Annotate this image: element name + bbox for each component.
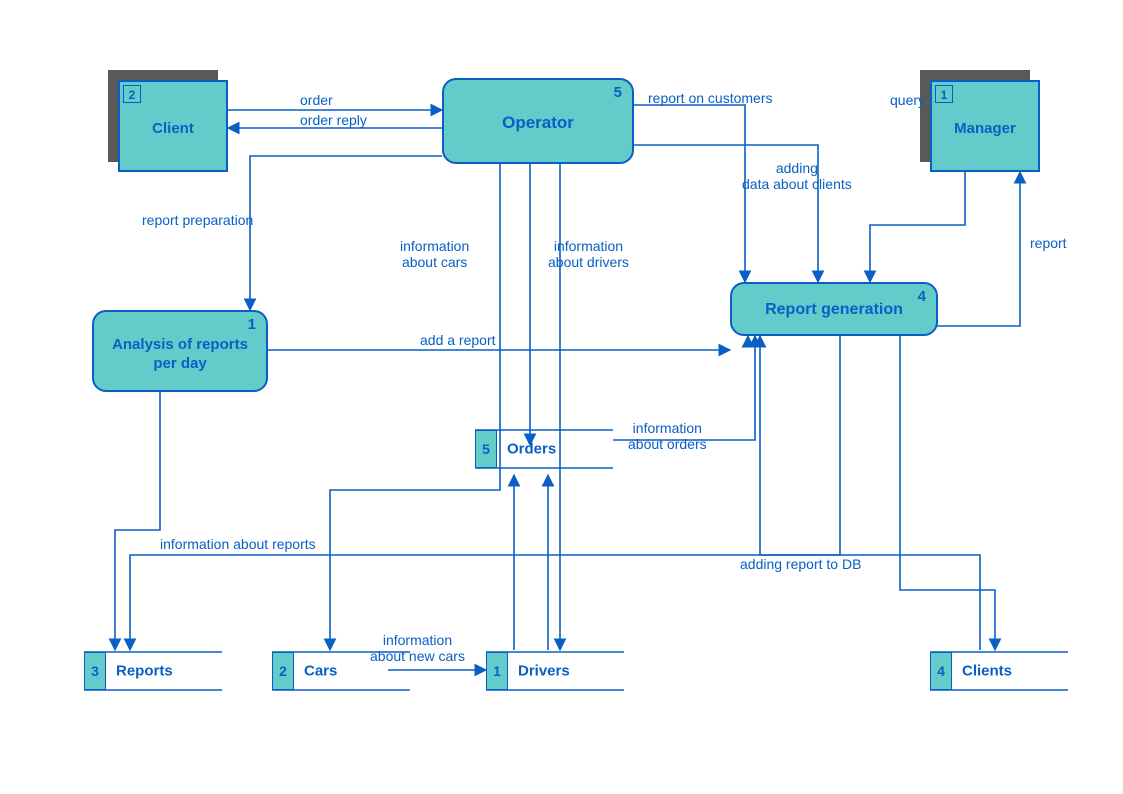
edge-adding-report-db: adding report to DB xyxy=(740,556,861,572)
external-manager: 1 Manager xyxy=(930,80,1040,172)
edge-adding-clients: adding data about clients xyxy=(742,160,852,192)
edge-report: report xyxy=(1030,235,1067,251)
edge-order: order xyxy=(300,92,333,108)
process-operator: 5 Operator xyxy=(442,78,634,164)
process-analysis: 1 Analysis of reports per day xyxy=(92,310,268,392)
process-report-generation: 4 Report generation xyxy=(730,282,938,336)
datastore-drivers: 1 Drivers xyxy=(486,652,624,690)
external-client: 2 Client xyxy=(118,80,228,172)
edge-report-on-customers: report on customers xyxy=(648,90,773,106)
edge-report-prep: report preparation xyxy=(142,212,253,228)
datastore-clients: 4 Clients xyxy=(930,652,1068,690)
edge-info-drivers: information about drivers xyxy=(548,238,629,270)
datastore-reports: 3 Reports xyxy=(84,652,222,690)
edge-order-reply: order reply xyxy=(300,112,367,128)
edge-info-reports: information about reports xyxy=(160,536,316,552)
edge-query: query xyxy=(890,92,925,108)
edge-info-cars: information about cars xyxy=(400,238,469,270)
edge-info-orders: information about orders xyxy=(628,420,707,452)
datastore-orders: 5 Orders xyxy=(475,430,613,468)
edge-add-a-report: add a report xyxy=(420,332,496,348)
edge-info-new-cars: information about new cars xyxy=(370,632,465,664)
